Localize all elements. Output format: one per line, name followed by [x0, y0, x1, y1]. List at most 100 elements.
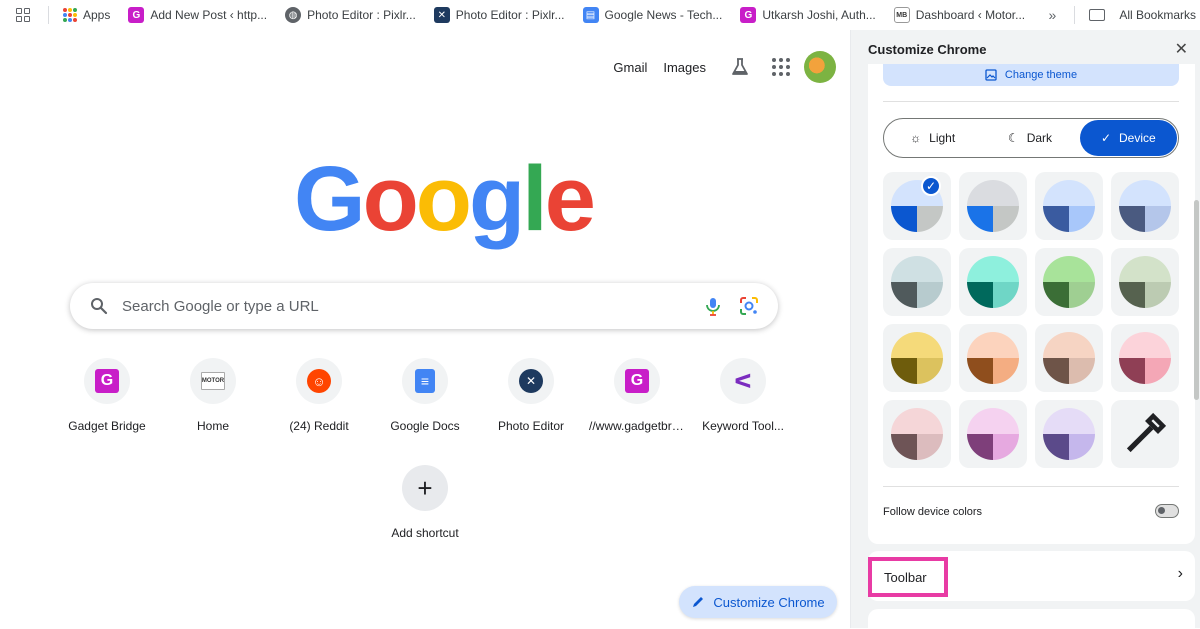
bookmark-photo-editor-2[interactable]: ✕ Photo Editor : Pixlr... [433, 7, 565, 23]
moon-icon: ☾ [1007, 131, 1019, 145]
google-logo: Google [294, 148, 596, 250]
gadgetbridge-icon: G [625, 369, 649, 393]
color-swatch[interactable] [883, 324, 951, 392]
add-shortcut-button[interactable]: + Add shortcut [372, 465, 478, 540]
custom-color-button[interactable] [1111, 400, 1179, 468]
bookmark-google-news[interactable]: ▤ Google News - Tech... [582, 7, 723, 23]
color-swatch[interactable]: ✓ [883, 172, 951, 240]
search-box[interactable] [70, 283, 778, 329]
color-swatch-icon [967, 256, 1019, 308]
color-swatch[interactable] [1111, 248, 1179, 316]
shortcut-photo-editor[interactable]: ✕ Photo Editor [478, 358, 584, 433]
pixlr-icon: ✕ [519, 369, 543, 393]
bookmark-label: Google News - Tech... [604, 8, 723, 22]
shortcut-label: Keyword Tool... [702, 419, 784, 433]
globe-icon: ◍ [285, 7, 302, 23]
add-shortcut-label: Add shortcut [391, 526, 459, 540]
shortcut-google-docs[interactable]: ≡ Google Docs [372, 358, 478, 433]
toolbar-card[interactable]: Toolbar › [868, 551, 1195, 601]
color-swatch-icon [967, 408, 1019, 460]
panel-scrollbar[interactable] [1194, 200, 1199, 400]
bookmark-photo-editor-1[interactable]: ◍ Photo Editor : Pixlr... [285, 7, 416, 23]
bookmarks-overflow-button[interactable]: » [1049, 7, 1057, 23]
all-bookmarks-label: All Bookmarks [1119, 8, 1196, 22]
bookmark-dashboard[interactable]: MB Dashboard ‹ Motor... [893, 7, 1026, 23]
color-swatch-icon [967, 180, 1019, 232]
keyword-tool-icon: ᐸ [734, 370, 752, 393]
shortcut-gadgetbridge-url[interactable]: G //www.gadgetbridge.com [584, 358, 690, 433]
follow-device-colors-label: Follow device colors [883, 506, 983, 518]
change-theme-button[interactable]: Change theme [883, 64, 1179, 86]
close-icon[interactable]: ✕ [1175, 39, 1188, 59]
voice-search-icon[interactable] [702, 295, 724, 317]
google-news-icon: ▤ [582, 7, 599, 23]
mode-label: Device [1119, 131, 1156, 145]
gadgetbridge-icon: G [95, 369, 119, 393]
customize-chrome-panel: Customize Chrome ✕ Change theme ☼ Light … [851, 30, 1200, 629]
bookmark-add-new-post[interactable]: G Add New Post ‹ http... [128, 7, 267, 23]
search-input[interactable] [122, 297, 702, 315]
change-theme-label: Change theme [1004, 69, 1078, 81]
all-bookmarks-button[interactable]: All Bookmarks [1089, 8, 1196, 22]
tab-grid-icon[interactable] [16, 8, 30, 22]
color-swatch-icon [1119, 332, 1171, 384]
google-lens-icon[interactable] [738, 295, 760, 317]
color-swatch[interactable] [1111, 324, 1179, 392]
sun-icon: ☼ [910, 131, 922, 145]
color-swatch-grid: ✓ [883, 172, 1179, 468]
shortcut-label: Gadget Bridge [68, 419, 146, 433]
color-swatch[interactable] [883, 248, 951, 316]
color-swatch-icon [1043, 408, 1095, 460]
avatar[interactable] [804, 51, 836, 83]
color-swatch[interactable] [959, 172, 1027, 240]
color-swatch[interactable] [1111, 172, 1179, 240]
motorbridge-icon: MB [893, 7, 910, 23]
bookmarks-bar: Apps G Add New Post ‹ http... ◍ Photo Ed… [0, 0, 1200, 30]
color-swatch[interactable] [1035, 400, 1103, 468]
shortcuts-row: G Gadget Bridge MOTOR Home ☺ (24) Reddit… [54, 358, 796, 433]
shortcut-reddit[interactable]: ☺ (24) Reddit [266, 358, 372, 433]
color-swatch[interactable] [959, 248, 1027, 316]
shortcut-keyword-tool[interactable]: ᐸ Keyword Tool... [690, 358, 796, 433]
shortcut-label: Home [196, 419, 229, 433]
pencil-icon [693, 597, 704, 607]
panel-title: Customize Chrome [868, 42, 987, 57]
mode-dark-button[interactable]: ☾ Dark [981, 119, 1078, 157]
mode-selector: ☼ Light ☾ Dark ✓ Device [883, 118, 1179, 158]
bookmark-utkarsh-joshi[interactable]: G Utkarsh Joshi, Auth... [740, 7, 876, 23]
gmail-link[interactable]: Gmail [613, 60, 647, 75]
google-apps-icon[interactable] [772, 58, 790, 76]
shortcut-gadget-bridge[interactable]: G Gadget Bridge [54, 358, 160, 433]
chevron-right-icon: › [1177, 565, 1183, 582]
color-swatch[interactable] [1035, 172, 1103, 240]
color-swatch[interactable] [1035, 324, 1103, 392]
follow-device-colors-toggle[interactable] [1155, 504, 1179, 518]
google-docs-icon: ≡ [415, 369, 435, 393]
color-swatch[interactable] [959, 324, 1027, 392]
mode-label: Dark [1026, 131, 1053, 145]
divider [883, 101, 1179, 102]
shortcut-label: (24) Reddit [289, 419, 349, 433]
bookmark-label: Photo Editor : Pixlr... [455, 8, 565, 22]
bookmark-apps[interactable]: Apps [63, 8, 110, 22]
bookmark-label: Dashboard ‹ Motor... [915, 8, 1026, 22]
color-swatch-icon [1119, 180, 1171, 232]
color-swatch[interactable] [883, 400, 951, 468]
color-swatch-icon [891, 256, 943, 308]
mode-light-button[interactable]: ☼ Light [884, 119, 981, 157]
labs-flask-icon[interactable] [730, 57, 750, 77]
reddit-icon: ☺ [307, 369, 331, 393]
mode-device-button[interactable]: ✓ Device [1079, 120, 1177, 156]
bookmarks-separator [48, 6, 49, 24]
images-link[interactable]: Images [663, 60, 706, 75]
eyedropper-icon [1126, 412, 1167, 453]
shortcut-home[interactable]: MOTOR Home [160, 358, 266, 433]
color-swatch[interactable] [959, 400, 1027, 468]
color-swatch[interactable] [1035, 248, 1103, 316]
customize-chrome-label: Customize Chrome [713, 594, 825, 610]
bookmarks-separator [1074, 6, 1076, 24]
new-tab-page: Gmail Images Google Search Google or typ… [0, 33, 850, 628]
customize-chrome-button[interactable]: Customize Chrome [679, 586, 837, 618]
color-swatch-icon [967, 332, 1019, 384]
shortcut-label: //www.gadgetbridge.com [589, 419, 685, 433]
